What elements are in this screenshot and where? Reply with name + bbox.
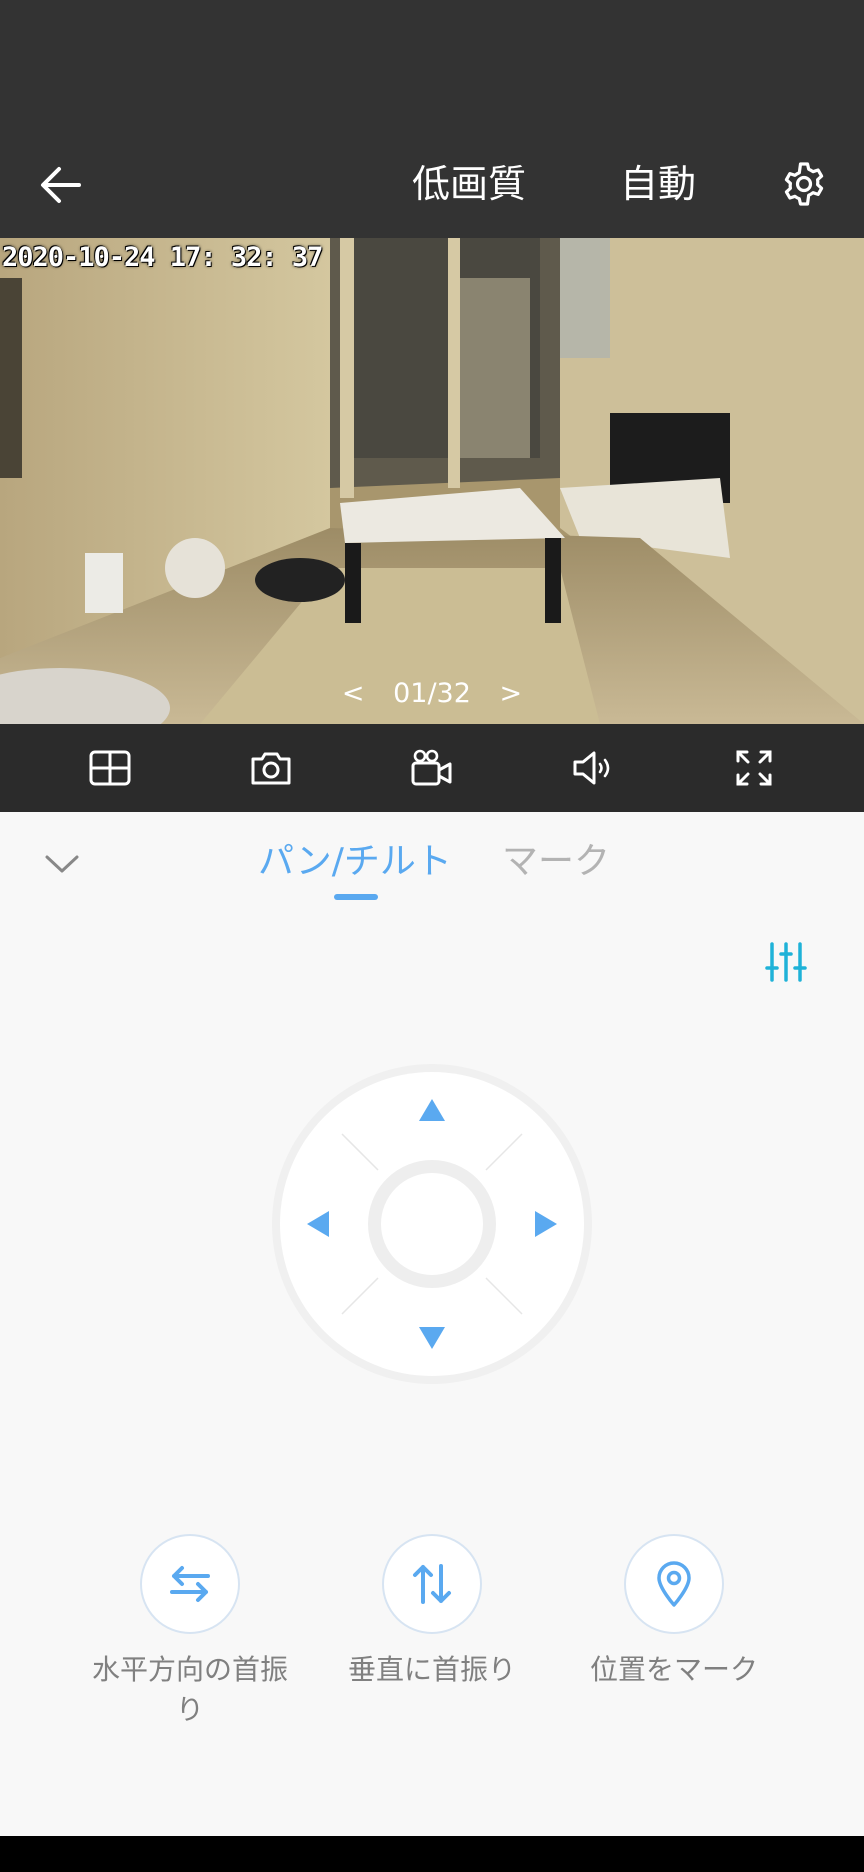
mode-selector[interactable]: 自動	[620, 154, 696, 214]
mark-position-button[interactable]	[624, 1534, 724, 1634]
recording-pager: < 01/32 >	[0, 678, 864, 709]
quality-selector[interactable]: 低画質	[412, 154, 526, 214]
tilt-down-button[interactable]	[410, 1316, 454, 1360]
horizontal-swing-label: 水平方向の首振り	[91, 1653, 288, 1726]
pan-right-button[interactable]	[524, 1202, 568, 1246]
camera-live-view[interactable]: 2020-10-24 17: 32: 37 < 01/32 >	[0, 238, 864, 724]
chevron-down-icon	[45, 855, 79, 873]
camera-icon	[251, 752, 291, 785]
back-arrow-icon	[41, 167, 81, 203]
triangle-up-icon	[419, 1099, 445, 1121]
gear-icon	[784, 162, 824, 206]
pager-prev-button[interactable]: <	[342, 678, 365, 709]
vertical-swap-icon	[413, 1564, 451, 1604]
split-view-button[interactable]	[80, 738, 140, 798]
speaker-icon	[573, 751, 610, 785]
grid-icon	[89, 750, 131, 786]
audio-button[interactable]	[563, 738, 623, 798]
triangle-right-icon	[535, 1211, 557, 1237]
collapse-button[interactable]	[40, 842, 84, 886]
tilt-up-button[interactable]	[410, 1088, 454, 1132]
horizontal-swing-button[interactable]	[140, 1534, 240, 1634]
fullscreen-button[interactable]	[724, 738, 784, 798]
fullscreen-icon	[736, 750, 772, 786]
camera-toolbar	[0, 724, 864, 812]
sliders-icon	[765, 942, 807, 982]
snapshot-button[interactable]	[241, 738, 301, 798]
back-button[interactable]	[30, 154, 92, 216]
video-record-icon	[411, 749, 452, 786]
mark-position-action[interactable]: 位置をマーク	[564, 1534, 784, 1690]
mark-position-label: 位置をマーク	[589, 1653, 758, 1686]
location-pin-icon	[657, 1561, 691, 1607]
triangle-down-icon	[419, 1327, 445, 1349]
pan-left-button[interactable]	[296, 1202, 340, 1246]
vertical-swing-button[interactable]	[382, 1534, 482, 1634]
status-bar	[0, 0, 864, 130]
system-nav-bar	[0, 1836, 864, 1872]
dpad-center-button[interactable]	[368, 1160, 496, 1288]
tab-pan-tilt[interactable]: パン/チルト	[258, 834, 452, 890]
camera-feed-image	[0, 238, 864, 724]
pager-next-button[interactable]: >	[500, 678, 523, 709]
vertical-swing-label: 垂直に首振り	[347, 1653, 516, 1686]
video-timestamp: 2020-10-24 17: 32: 37	[2, 242, 323, 273]
settings-button[interactable]	[774, 154, 834, 214]
vertical-swing-action[interactable]: 垂直に首振り	[322, 1534, 542, 1690]
pan-tilt-dpad	[280, 1072, 584, 1376]
active-tab-indicator	[334, 894, 378, 900]
triangle-left-icon	[307, 1211, 329, 1237]
tab-mark[interactable]: マーク	[502, 834, 610, 890]
app-bar: 低画質 自動	[0, 130, 864, 238]
horizontal-swap-icon	[170, 1566, 210, 1602]
record-button[interactable]	[402, 738, 462, 798]
adjust-button[interactable]	[760, 936, 812, 988]
horizontal-swing-action[interactable]: 水平方向の首振り	[80, 1534, 300, 1730]
pager-counter: 01/32	[393, 678, 471, 709]
